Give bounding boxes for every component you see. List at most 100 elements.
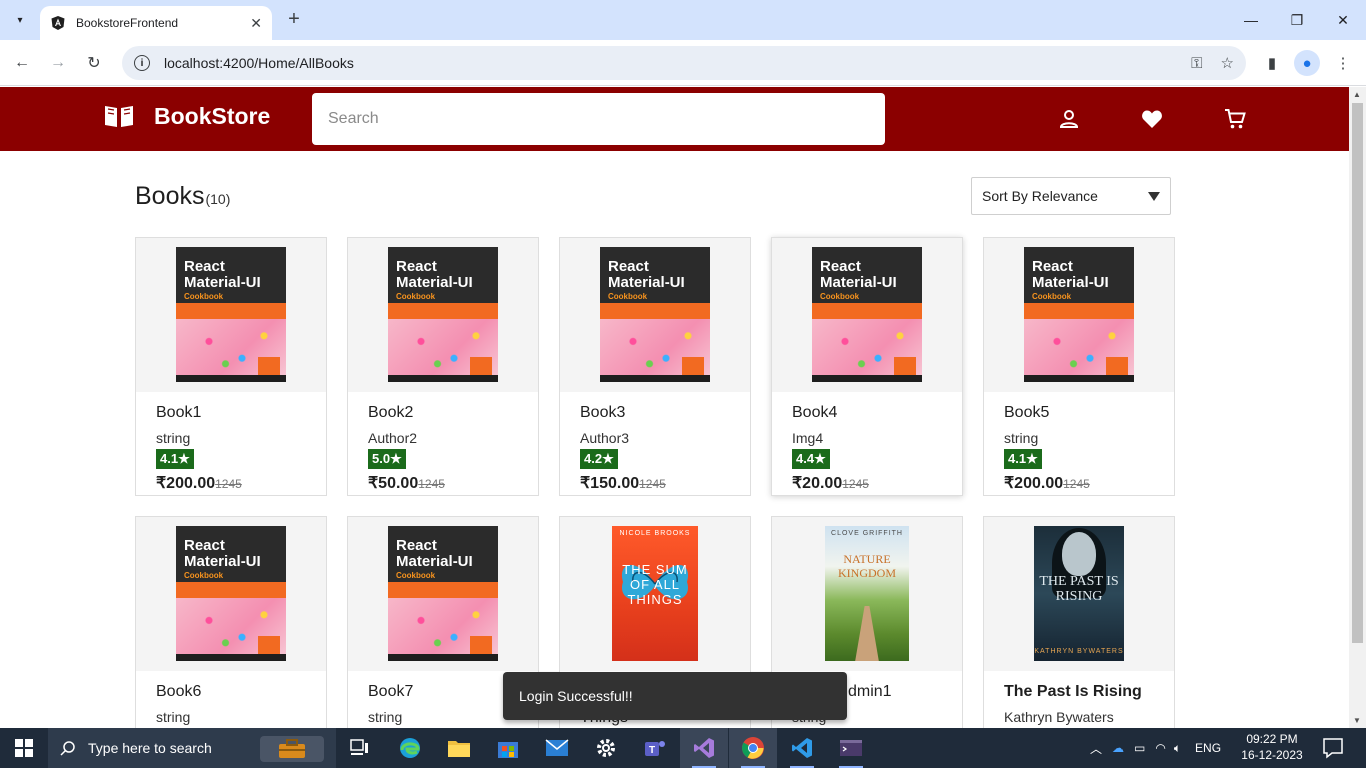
taskbar-search[interactable]: Type here to search xyxy=(48,728,336,768)
book-author: Author2 xyxy=(368,430,418,446)
book-card[interactable]: React Material-UI Cookbook Book4 Img4 4.4… xyxy=(771,237,963,496)
angular-icon xyxy=(51,16,65,30)
book-title: Book6 xyxy=(156,683,202,700)
login-toast: Login Successful!! xyxy=(503,672,847,720)
book-card[interactable]: React Material-UI Cookbook Book5 string 4… xyxy=(983,237,1175,496)
briefcase-icon[interactable] xyxy=(260,736,324,762)
scroll-thumb[interactable] xyxy=(1352,103,1363,643)
sort-label: Sort By Relevance xyxy=(982,188,1098,204)
language-indicator[interactable]: ENG xyxy=(1195,741,1221,755)
book-title: Book3 xyxy=(580,404,626,421)
book-card[interactable]: React Material-UI Cookbook Book2 Author2 … xyxy=(347,237,539,496)
price-current: ₹50.00 xyxy=(368,475,419,492)
cart-icon[interactable] xyxy=(1221,105,1249,133)
book-cover: CLOVE GRIFFITH NATURE KINGDOM xyxy=(772,517,962,671)
book-author: Kathryn Bywaters xyxy=(1004,709,1114,725)
sum-of-all-things-cover: NICOLE BROOKS THE SUM OF ALL THINGS xyxy=(612,526,698,661)
task-view-icon[interactable] xyxy=(336,728,384,768)
store-icon[interactable] xyxy=(484,728,532,768)
price-current: ₹150.00 xyxy=(580,475,640,492)
taskbar-clock[interactable]: 09:22 PM 16-12-2023 xyxy=(1240,731,1304,763)
book-price: ₹50.001245 xyxy=(368,473,518,493)
sort-dropdown[interactable]: Sort By Relevance xyxy=(971,177,1171,215)
battery-icon[interactable]: ▭ xyxy=(1134,741,1145,755)
terminal-icon[interactable] xyxy=(827,728,875,768)
person-icon[interactable] xyxy=(1055,105,1083,133)
books-count: (10) xyxy=(205,191,231,207)
heart-icon[interactable] xyxy=(1138,105,1166,133)
app-logo-text[interactable]: BookStore xyxy=(154,103,270,130)
browser-menu-icon[interactable]: ⋮ xyxy=(1330,50,1356,76)
wifi-icon[interactable]: ◠ xyxy=(1155,741,1165,755)
tab-search-icon[interactable]: ▾ xyxy=(8,8,32,32)
react-cookbook-cover: React Material-UI Cookbook xyxy=(176,526,286,661)
book-cover: THE PAST IS RISING KATHRYN BYWATERS xyxy=(984,517,1174,671)
scroll-up-icon[interactable]: ▲ xyxy=(1353,90,1361,99)
book-card[interactable]: THE PAST IS RISING KATHRYN BYWATERS The … xyxy=(983,516,1175,728)
react-cookbook-cover: React Material-UI Cookbook xyxy=(1024,247,1134,382)
price-original: 1245 xyxy=(842,477,869,491)
book-cover: React Material-UI Cookbook xyxy=(348,517,538,671)
book-card[interactable]: React Material-UI Cookbook Book3 Author3 … xyxy=(559,237,751,496)
book-author: string xyxy=(156,709,191,725)
edge-icon[interactable] xyxy=(386,728,434,768)
vscode-icon[interactable] xyxy=(778,728,826,768)
settings-gear-icon[interactable] xyxy=(582,728,630,768)
book-title: The Past Is Rising xyxy=(1004,683,1142,700)
browser-tab[interactable]: BookstoreFrontend ✕ xyxy=(40,6,272,40)
react-cookbook-cover: React Material-UI Cookbook xyxy=(812,247,922,382)
price-current: ₹200.00 xyxy=(1004,475,1064,492)
tray-chevron-icon[interactable]: ︿ xyxy=(1090,740,1102,757)
book-price: ₹200.001245 xyxy=(156,473,306,493)
page-scrollbar[interactable]: ▲ ▼ xyxy=(1349,87,1366,728)
password-key-icon[interactable]: ⚿ xyxy=(1191,55,1202,72)
react-cookbook-cover: React Material-UI Cookbook xyxy=(600,247,710,382)
book-cover: React Material-UI Cookbook xyxy=(772,238,962,392)
book-title: Book2 xyxy=(368,404,414,421)
notification-icon[interactable] xyxy=(1320,736,1346,760)
volume-icon[interactable]: 🔈︎ xyxy=(1174,741,1181,756)
windows-taskbar: Type here to search T ︿ ☁ ▭ ◠ 🔈︎ ENG 09:… xyxy=(0,728,1366,768)
book-card[interactable]: React Material-UI Cookbook Book1 string 4… xyxy=(135,237,327,496)
onedrive-icon[interactable]: ☁ xyxy=(1112,741,1124,755)
reload-icon[interactable]: ↻ xyxy=(81,50,107,76)
teams-icon[interactable]: T xyxy=(631,728,679,768)
restore-icon[interactable]: ❐ xyxy=(1274,0,1320,40)
book-cover: React Material-UI Cookbook xyxy=(136,517,326,671)
book-card[interactable]: React Material-UI Cookbook Book6 string xyxy=(135,516,327,728)
book-author: string xyxy=(368,709,403,725)
tab-close-icon[interactable]: ✕ xyxy=(250,15,262,32)
site-info-icon[interactable]: i xyxy=(134,55,150,71)
rating-badge: 4.2★ xyxy=(580,449,618,469)
window-close-icon[interactable]: ✕ xyxy=(1320,0,1366,40)
minimize-icon[interactable]: — xyxy=(1228,0,1274,40)
book-cover: React Material-UI Cookbook xyxy=(348,238,538,392)
page-viewport: BookStore Books(10) Sort By Relevance Re… xyxy=(0,87,1366,728)
rating-badge: 4.1★ xyxy=(1004,449,1042,469)
price-original: 1245 xyxy=(418,477,445,491)
address-bar[interactable]: i localhost:4200/Home/AllBooks ⚿ ☆ xyxy=(122,46,1246,80)
scroll-down-icon[interactable]: ▼ xyxy=(1353,716,1361,725)
search-input[interactable] xyxy=(312,93,885,145)
book-title: Book1 xyxy=(156,404,202,421)
side-panel-icon[interactable]: ▮ xyxy=(1259,50,1285,76)
windows-start-icon[interactable] xyxy=(0,728,48,768)
book-title: Book7 xyxy=(368,683,414,700)
react-cookbook-cover: React Material-UI Cookbook xyxy=(176,247,286,382)
clock-time: 09:22 PM xyxy=(1246,732,1298,746)
new-tab-icon[interactable]: + xyxy=(282,8,306,32)
mail-icon[interactable] xyxy=(533,728,581,768)
clock-date: 16-12-2023 xyxy=(1241,748,1303,762)
visual-studio-icon[interactable] xyxy=(680,728,728,768)
toast-message: Login Successful!! xyxy=(519,688,633,704)
url-text[interactable]: localhost:4200/Home/AllBooks xyxy=(164,55,1173,71)
chrome-icon[interactable] xyxy=(729,728,777,768)
file-explorer-icon[interactable] xyxy=(435,728,483,768)
bookmark-star-icon[interactable]: ☆ xyxy=(1221,54,1234,72)
app-header: BookStore xyxy=(0,87,1349,151)
forward-icon[interactable]: → xyxy=(45,50,71,76)
profile-avatar-icon[interactable]: ● xyxy=(1294,50,1320,76)
back-icon[interactable]: ← xyxy=(9,50,35,76)
price-original: 1245 xyxy=(639,477,666,491)
price-original: 1245 xyxy=(1063,477,1090,491)
